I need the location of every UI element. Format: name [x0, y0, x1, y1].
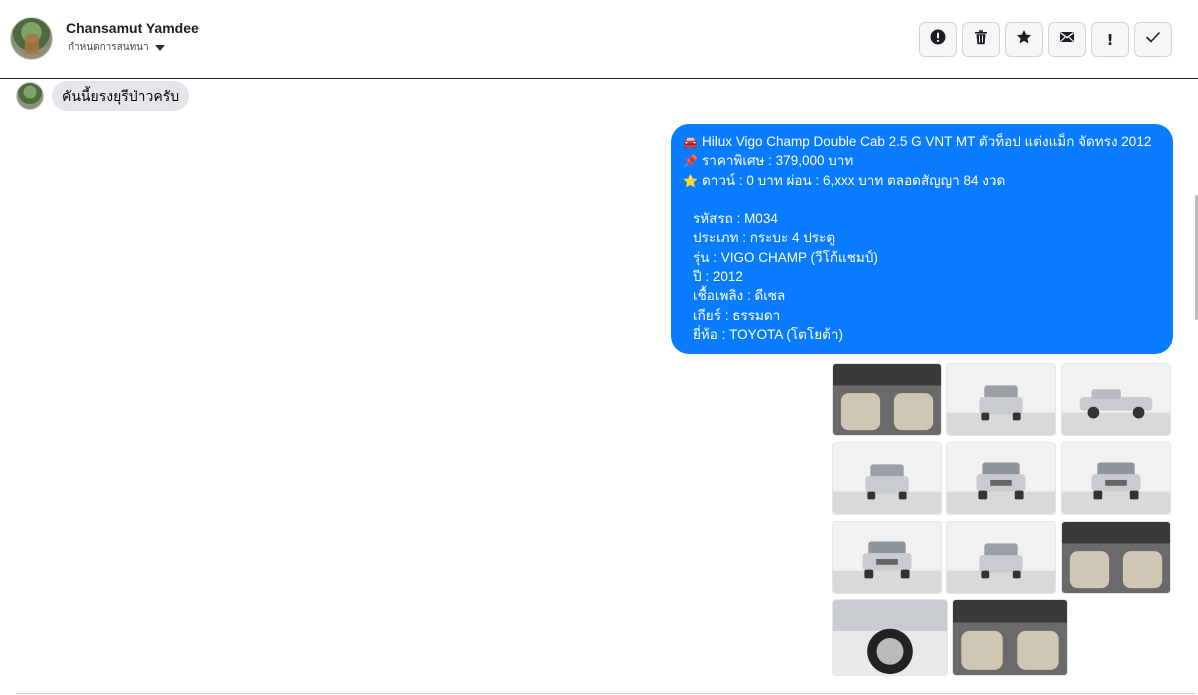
check-icon	[1145, 29, 1161, 50]
photo-thumbnail-car-front-quarter-left[interactable]	[832, 521, 942, 594]
contact-name[interactable]: Chansamut Yamdee	[66, 20, 199, 36]
header-actions: !	[919, 22, 1172, 57]
trash-icon	[973, 29, 989, 50]
photo-thumbnail-wheel-closeup[interactable]	[832, 599, 948, 676]
conversation-options-label: กำหนดการสนทนา	[68, 41, 149, 53]
star-emoji-icon: ⭐	[683, 173, 698, 188]
photo-thumbnail-interior-dash[interactable]	[832, 363, 942, 436]
pin-emoji-icon: 📌	[683, 154, 698, 169]
delete-button[interactable]	[962, 22, 1000, 57]
contact-avatar[interactable]	[10, 17, 53, 60]
photo-thumbnail-car-rear-quarter[interactable]	[832, 442, 942, 515]
mark-unread-button[interactable]	[1048, 22, 1086, 57]
message-line: ⭐ ดาวน์ : 0 บาท ผ่อน : 6,xxx บาท ตลอดสัญญ…	[683, 171, 1163, 190]
star-button[interactable]	[1005, 22, 1043, 57]
photo-thumbnail-car-rear[interactable]	[946, 363, 1056, 436]
spec-line: เชื้อเพลิง : ดีเซล	[693, 288, 786, 304]
photo-thumbnail-interior-rear-seats[interactable]	[1061, 521, 1171, 594]
conversation-header: Chansamut Yamdee กำหนดการสนทนา !	[0, 0, 1198, 79]
photo-thumbnail-car-rear-open[interactable]	[946, 521, 1056, 594]
envelope-icon	[1059, 29, 1075, 50]
spec-line: รุ่น : VIGO CHAMP (วีโก้แชมป์)	[693, 249, 878, 265]
spec-line: ประเภท : กระบะ 4 ประตู	[693, 230, 836, 246]
outgoing-message-bubble[interactable]: 🚘 Hilux Vigo Champ Double Cab 2.5 G VNT M…	[671, 124, 1173, 355]
star-icon	[1016, 29, 1032, 50]
exclamation-icon: !	[1106, 30, 1114, 49]
done-button[interactable]	[1134, 22, 1172, 57]
sender-avatar[interactable]	[16, 82, 44, 110]
message-line: 🚘 Hilux Vigo Champ Double Cab 2.5 G VNT M…	[683, 132, 1163, 151]
divider	[16, 693, 1196, 694]
photo-thumbnail-car-front[interactable]	[946, 442, 1056, 515]
photo-thumbnail-car-front-quarter[interactable]	[1061, 442, 1171, 515]
exclamation-circle-icon	[930, 29, 946, 50]
important-button[interactable]: !	[1091, 22, 1129, 57]
spec-line: เกียร์ : ธรรมดา	[693, 307, 781, 323]
mark-spam-button[interactable]	[919, 22, 957, 57]
photo-thumbnail-interior-front-seats[interactable]	[952, 599, 1068, 676]
message-line: 📌 ราคาพิเศษ : 379,000 บาท	[683, 151, 1163, 170]
car-emoji-icon: 🚘	[683, 135, 698, 149]
incoming-message-row: คันนี้ยรงยุรีป่าวครับ	[16, 81, 190, 111]
incoming-message-bubble[interactable]: คันนี้ยรงยุรีป่าวครับ	[52, 81, 190, 111]
spec-line: ยี่ห้อ : TOYOTA (โตโยต้า)	[693, 326, 843, 342]
caret-down-icon	[154, 44, 165, 51]
spec-line: ปี : 2012	[693, 269, 743, 285]
conversation-options-dropdown[interactable]: กำหนดการสนทนา	[68, 41, 165, 53]
spec-line: รหัสรถ : M034	[693, 211, 778, 227]
photo-thumbnail-car-side[interactable]	[1061, 363, 1171, 436]
